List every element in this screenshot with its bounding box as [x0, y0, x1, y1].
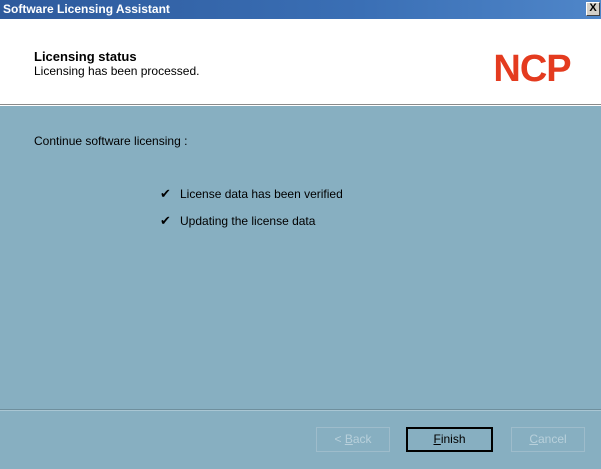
back-button-label: ack	[352, 432, 372, 446]
ncp-logo-text: NCP	[493, 48, 571, 90]
finish-button[interactable]: Finish	[406, 427, 493, 452]
cancel-button[interactable]: Cancel	[511, 427, 585, 452]
header-divider	[0, 105, 601, 106]
back-button[interactable]: < Back	[316, 427, 390, 452]
close-button[interactable]: X	[586, 2, 600, 16]
close-icon: X	[589, 2, 597, 14]
back-button-prefix: <	[334, 432, 345, 446]
checkmark-icon: ✔	[160, 213, 171, 228]
content-label: Continue software licensing :	[34, 134, 188, 148]
status-item-label: Updating the license data	[180, 214, 316, 228]
window-title: Software Licensing Assistant	[3, 2, 170, 16]
back-button-mnemonic: B	[344, 432, 353, 446]
cancel-button-mnemonic: C	[529, 432, 538, 446]
license-assistant-window: Software Licensing Assistant X Licensing…	[0, 0, 601, 469]
header-subtitle: Licensing has been processed.	[34, 64, 200, 78]
cancel-button-label: ancel	[537, 432, 567, 446]
finish-button-mnemonic: F	[433, 432, 441, 446]
status-item-updating: ✔ Updating the license data	[160, 213, 315, 229]
title-bar[interactable]: Software Licensing Assistant X	[0, 0, 601, 19]
footer-divider-highlight	[0, 410, 601, 411]
status-item-label: License data has been verified	[180, 187, 343, 201]
wizard-header: Licensing status Licensing has been proc…	[0, 19, 601, 105]
checkmark-icon: ✔	[160, 186, 171, 201]
header-title: Licensing status	[34, 49, 137, 64]
status-item-verified: ✔ License data has been verified	[160, 186, 343, 202]
ncp-logo: NCP	[493, 48, 572, 90]
finish-button-label: inish	[440, 432, 466, 446]
